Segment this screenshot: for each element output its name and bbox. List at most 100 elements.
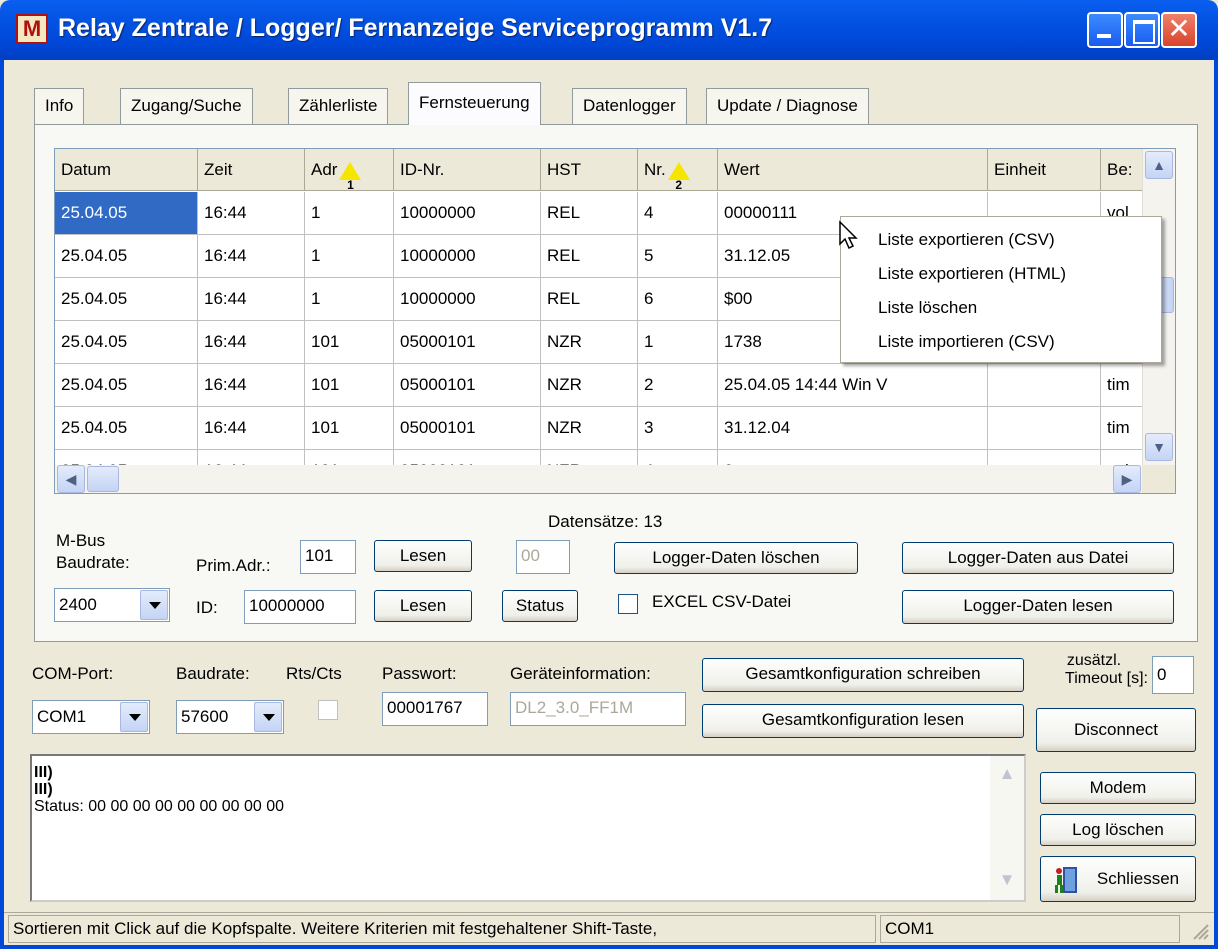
cell-zeit[interactable]: 16:44: [198, 364, 305, 407]
scroll-left-icon[interactable]: ◀: [57, 465, 85, 493]
cell-zeit[interactable]: 16:44: [198, 192, 305, 235]
cell-nr[interactable]: 6: [638, 278, 718, 321]
menu-item-export-csv[interactable]: Liste exportieren (CSV): [842, 223, 1160, 258]
disconnect-button[interactable]: Disconnect: [1036, 708, 1196, 752]
cell-adr[interactable]: 101: [305, 364, 394, 407]
prim-adr-input[interactable]: 101: [300, 540, 356, 574]
grid-horizontal-scrollbar[interactable]: ◀ ▶: [55, 465, 1142, 493]
scroll-thumb[interactable]: [87, 466, 119, 492]
close-button[interactable]: ✕: [1161, 12, 1197, 48]
title-bar[interactable]: M Relay Zentrale / Logger/ Fernanzeige S…: [0, 0, 1218, 60]
column-header-einheit[interactable]: Einheit: [988, 149, 1101, 191]
logger-daten-aus-datei-button[interactable]: Logger-Daten aus Datei: [902, 542, 1174, 574]
com-port-select[interactable]: COM1: [32, 700, 150, 734]
lesen-id-button[interactable]: Lesen: [374, 590, 472, 622]
cell-datum[interactable]: 25.04.05: [55, 321, 198, 364]
chevron-down-icon[interactable]: [120, 702, 148, 732]
cell-nr[interactable]: 4: [638, 192, 718, 235]
cell-nr[interactable]: 5: [638, 235, 718, 278]
column-header-wert[interactable]: Wert: [718, 149, 988, 191]
scroll-right-icon[interactable]: ▶: [1113, 465, 1141, 493]
gesamtkonfiguration-schreiben-button[interactable]: Gesamtkonfiguration schreiben: [702, 658, 1024, 692]
excel-csv-checkbox[interactable]: [618, 594, 638, 614]
cell-hst[interactable]: REL: [541, 278, 638, 321]
column-header-hst[interactable]: HST: [541, 149, 638, 191]
column-header-nr[interactable]: Nr. 2: [638, 149, 718, 191]
cell-hst[interactable]: NZR: [541, 364, 638, 407]
mbus-baudrate-select[interactable]: 2400: [54, 588, 170, 622]
cell-einheit[interactable]: [988, 364, 1101, 407]
cell-datum[interactable]: 25.04.05: [55, 407, 198, 450]
tab-update-diagnose[interactable]: Update / Diagnose: [706, 88, 869, 124]
gesamtkonfiguration-lesen-button[interactable]: Gesamtkonfiguration lesen: [702, 704, 1024, 738]
chevron-down-icon[interactable]: [140, 590, 168, 620]
cell-datum[interactable]: 25.04.05: [55, 192, 198, 235]
cell-wert[interactable]: 25.04.05 14:44 Win V: [718, 364, 988, 407]
cell-adr[interactable]: 1: [305, 192, 394, 235]
column-header-id-nr[interactable]: ID-Nr.: [394, 149, 541, 191]
window-title: Relay Zentrale / Logger/ Fernanzeige Ser…: [58, 14, 773, 42]
log-vertical-scrollbar[interactable]: ▲ ▼: [990, 756, 1024, 900]
id-input[interactable]: 10000000: [244, 590, 356, 624]
status-button[interactable]: Status: [502, 590, 578, 622]
cell-datum[interactable]: 25.04.05: [55, 235, 198, 278]
tab-info[interactable]: Info: [34, 88, 85, 124]
tab-fernsteuerung[interactable]: Fernsteuerung: [408, 82, 541, 125]
tab-zugang-suche[interactable]: Zugang/Suche: [120, 88, 253, 124]
tab-zaehlerliste[interactable]: Zählerliste: [288, 88, 389, 124]
cell-hst[interactable]: NZR: [541, 407, 638, 450]
cell-adr[interactable]: 101: [305, 407, 394, 450]
cell-id-nr[interactable]: 10000000: [394, 192, 541, 235]
menu-item-export-html[interactable]: Liste exportieren (HTML): [842, 257, 1160, 292]
cell-zeit[interactable]: 16:44: [198, 278, 305, 321]
cell-id-nr[interactable]: 05000101: [394, 407, 541, 450]
logger-daten-lesen-button[interactable]: Logger-Daten lesen: [902, 590, 1174, 624]
scroll-down-icon[interactable]: ▼: [1145, 433, 1173, 461]
cell-hst[interactable]: REL: [541, 235, 638, 278]
disabled-field: 00: [516, 540, 570, 574]
geraeteinformation-label: Geräteinformation:: [510, 664, 651, 683]
logger-daten-loeschen-button[interactable]: Logger-Daten löschen: [614, 542, 858, 574]
tab-datenlogger[interactable]: Datenlogger: [572, 88, 687, 124]
cell-nr[interactable]: 3: [638, 407, 718, 450]
cell-id-nr[interactable]: 10000000: [394, 278, 541, 321]
cell-datum[interactable]: 25.04.05: [55, 364, 198, 407]
resize-grip-icon[interactable]: [1190, 921, 1210, 941]
cell-wert[interactable]: 31.12.04: [718, 407, 988, 450]
baudrate-select[interactable]: 57600: [176, 700, 284, 734]
cell-id-nr[interactable]: 05000101: [394, 321, 541, 364]
log-output[interactable]: III) III) Status: 00 00 00 00 00 00 00 0…: [30, 754, 1026, 902]
timeout-input[interactable]: 0: [1152, 656, 1194, 694]
passwort-input[interactable]: 00001767: [382, 692, 488, 726]
minimize-button[interactable]: [1087, 12, 1123, 48]
cell-id-nr[interactable]: 05000101: [394, 364, 541, 407]
rts-cts-checkbox[interactable]: [318, 700, 338, 720]
cell-einheit[interactable]: [988, 407, 1101, 450]
menu-item-delete-list[interactable]: Liste löschen: [842, 291, 1160, 326]
chevron-down-icon[interactable]: [254, 702, 282, 732]
cell-datum[interactable]: 25.04.05: [55, 278, 198, 321]
menu-item-import-csv[interactable]: Liste importieren (CSV): [842, 325, 1160, 360]
cell-id-nr[interactable]: 10000000: [394, 235, 541, 278]
column-header-zeit[interactable]: Zeit: [198, 149, 305, 191]
cell-nr[interactable]: 2: [638, 364, 718, 407]
cell-zeit[interactable]: 16:44: [198, 321, 305, 364]
cell-adr[interactable]: 1: [305, 278, 394, 321]
cell-zeit[interactable]: 16:44: [198, 235, 305, 278]
cell-adr[interactable]: 101: [305, 321, 394, 364]
cell-zeit[interactable]: 16:44: [198, 407, 305, 450]
cell-hst[interactable]: NZR: [541, 321, 638, 364]
cell-hst[interactable]: REL: [541, 192, 638, 235]
modem-button[interactable]: Modem: [1040, 772, 1196, 804]
lesen-prim-adr-button[interactable]: Lesen: [374, 540, 472, 572]
cell-nr[interactable]: 1: [638, 321, 718, 364]
log-loeschen-button[interactable]: Log löschen: [1040, 814, 1196, 846]
cell-adr[interactable]: 1: [305, 235, 394, 278]
maximize-button[interactable]: [1124, 12, 1160, 48]
column-header-adr[interactable]: Adr 1: [305, 149, 394, 191]
column-header-datum[interactable]: Datum: [55, 149, 198, 191]
scroll-up-icon[interactable]: ▲: [1145, 151, 1173, 179]
scroll-down-icon[interactable]: ▼: [996, 870, 1018, 892]
scroll-up-icon[interactable]: ▲: [996, 764, 1018, 786]
schliessen-button[interactable]: Schliessen: [1040, 856, 1196, 902]
